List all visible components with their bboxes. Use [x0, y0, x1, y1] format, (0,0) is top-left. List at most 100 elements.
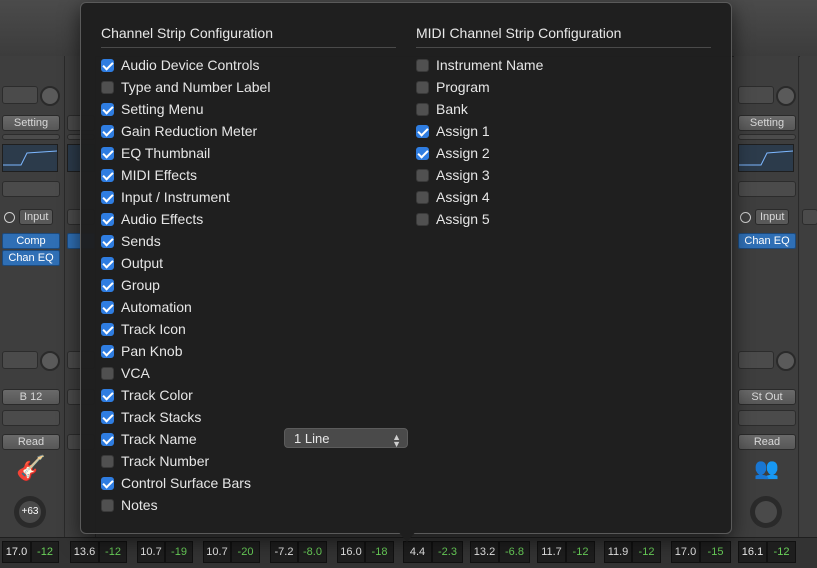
checkbox[interactable] [101, 234, 114, 248]
track-name-lines-select[interactable]: 1 Line ▲ ▼ [284, 428, 408, 449]
device-slot[interactable] [738, 86, 774, 104]
checkbox[interactable] [101, 366, 114, 380]
peak-level-readout[interactable]: -12 [99, 541, 127, 563]
peak-level-readout[interactable]: -2.3 [432, 541, 463, 563]
send-slot[interactable] [738, 351, 774, 369]
peak-level-readout[interactable]: -15 [700, 541, 731, 563]
checkbox[interactable] [416, 212, 429, 226]
peak-level-readout[interactable]: -20 [231, 541, 260, 563]
checkbox-item[interactable]: Output [101, 252, 163, 274]
checkbox[interactable] [101, 102, 114, 116]
input-button[interactable]: Input [736, 209, 790, 225]
volume-readout[interactable]: 13.2 [470, 541, 499, 563]
volume-readout[interactable]: 4.4 [403, 541, 432, 563]
midi-effects-slot[interactable] [738, 181, 796, 197]
peak-level-readout[interactable]: -18 [365, 541, 394, 563]
pan-knob[interactable] [750, 496, 782, 528]
checkbox-item[interactable]: Assign 3 [416, 164, 490, 186]
gain-knob[interactable] [40, 86, 60, 106]
checkbox[interactable] [416, 146, 429, 160]
checkbox-item[interactable]: Assign 2 [416, 142, 490, 164]
plugin-slot-chan-eq[interactable]: Chan EQ [738, 233, 796, 249]
checkbox-item[interactable]: Track Stacks [101, 406, 201, 428]
checkbox-item[interactable]: Assign 1 [416, 120, 490, 142]
checkbox[interactable] [101, 300, 114, 314]
checkbox[interactable] [101, 454, 114, 468]
device-slot[interactable] [2, 86, 38, 104]
send-knob[interactable] [40, 351, 60, 371]
checkbox[interactable] [416, 168, 429, 182]
checkbox[interactable] [101, 256, 114, 270]
checkbox[interactable] [101, 410, 114, 424]
checkbox-item[interactable]: Gain Reduction Meter [101, 120, 257, 142]
volume-readout[interactable]: 10.7 [137, 541, 165, 563]
send-knob[interactable] [776, 351, 796, 371]
checkbox-item[interactable]: Audio Device Controls [101, 54, 260, 76]
send-slot[interactable] [2, 351, 38, 369]
output-button[interactable]: B 12 [2, 389, 60, 405]
checkbox[interactable] [101, 168, 114, 182]
checkbox-item[interactable]: Assign 5 [416, 208, 490, 230]
checkbox-item[interactable]: Instrument Name [416, 54, 543, 76]
checkbox[interactable] [416, 58, 429, 72]
checkbox[interactable] [101, 124, 114, 138]
peak-level-readout[interactable]: -19 [165, 541, 193, 563]
checkbox-item[interactable]: EQ Thumbnail [101, 142, 210, 164]
midi-effects-slot[interactable] [2, 181, 60, 197]
checkbox[interactable] [101, 476, 114, 490]
checkbox-item[interactable]: Program [416, 76, 490, 98]
checkbox[interactable] [101, 278, 114, 292]
checkbox-item[interactable]: Audio Effects [101, 208, 203, 230]
checkbox-item[interactable]: Setting Menu [101, 98, 204, 120]
volume-readout[interactable]: 17.0 [671, 541, 700, 563]
input-button[interactable]: Input [0, 209, 54, 225]
checkbox-item[interactable]: Track Number [101, 450, 209, 472]
checkbox-item[interactable]: Automation [101, 296, 192, 318]
checkbox-item[interactable]: VCA [101, 362, 150, 384]
setting-button[interactable]: Setting [2, 115, 60, 131]
checkbox[interactable] [101, 498, 114, 512]
automation-button[interactable]: Read [2, 434, 60, 450]
checkbox-item[interactable]: Bank [416, 98, 468, 120]
checkbox[interactable] [101, 432, 114, 446]
checkbox[interactable] [416, 190, 429, 204]
checkbox[interactable] [101, 80, 114, 94]
checkbox[interactable] [416, 124, 429, 138]
automation-button[interactable]: Read [738, 434, 796, 450]
peak-level-readout[interactable]: -6.8 [499, 541, 530, 563]
peak-level-readout[interactable]: -12 [31, 541, 59, 563]
checkbox-item[interactable]: Control Surface Bars [101, 472, 251, 494]
peak-level-readout[interactable]: -12 [632, 541, 661, 563]
volume-readout[interactable]: 13.6 [70, 541, 99, 563]
peak-level-readout[interactable]: -8.0 [298, 541, 327, 563]
input-button-partial[interactable] [802, 209, 817, 225]
checkbox[interactable] [101, 58, 114, 72]
setting-button[interactable]: Setting [738, 115, 796, 131]
plugin-slot-chan-eq[interactable]: Chan EQ [2, 250, 60, 266]
checkbox-item[interactable]: Type and Number Label [101, 76, 270, 98]
checkbox-item[interactable]: MIDI Effects [101, 164, 197, 186]
volume-readout[interactable]: 16.0 [337, 541, 365, 563]
checkbox-item[interactable]: Notes [101, 494, 158, 516]
checkbox[interactable] [101, 388, 114, 402]
checkbox-item[interactable]: Group [101, 274, 160, 296]
plugin-slot-comp[interactable]: Comp [2, 233, 60, 249]
checkbox[interactable] [416, 80, 429, 94]
volume-readout[interactable]: 11.7 [537, 541, 566, 563]
peak-level-readout[interactable]: -12 [566, 541, 595, 563]
checkbox-item[interactable]: Track Name [101, 428, 197, 450]
checkbox[interactable] [101, 146, 114, 160]
volume-readout[interactable]: 17.0 [2, 541, 31, 563]
volume-readout[interactable]: 10.7 [203, 541, 231, 563]
checkbox[interactable] [101, 322, 114, 336]
eq-thumbnail[interactable] [2, 144, 58, 172]
checkbox-item[interactable]: Track Icon [101, 318, 186, 340]
output-button[interactable]: St Out [738, 389, 796, 405]
checkbox[interactable] [101, 190, 114, 204]
checkbox-item[interactable]: Track Color [101, 384, 193, 406]
peak-level-readout[interactable]: -12 [767, 541, 796, 563]
checkbox-item[interactable]: Assign 4 [416, 186, 490, 208]
checkbox[interactable] [101, 344, 114, 358]
group-slot[interactable] [2, 410, 60, 426]
gain-knob[interactable] [776, 86, 796, 106]
